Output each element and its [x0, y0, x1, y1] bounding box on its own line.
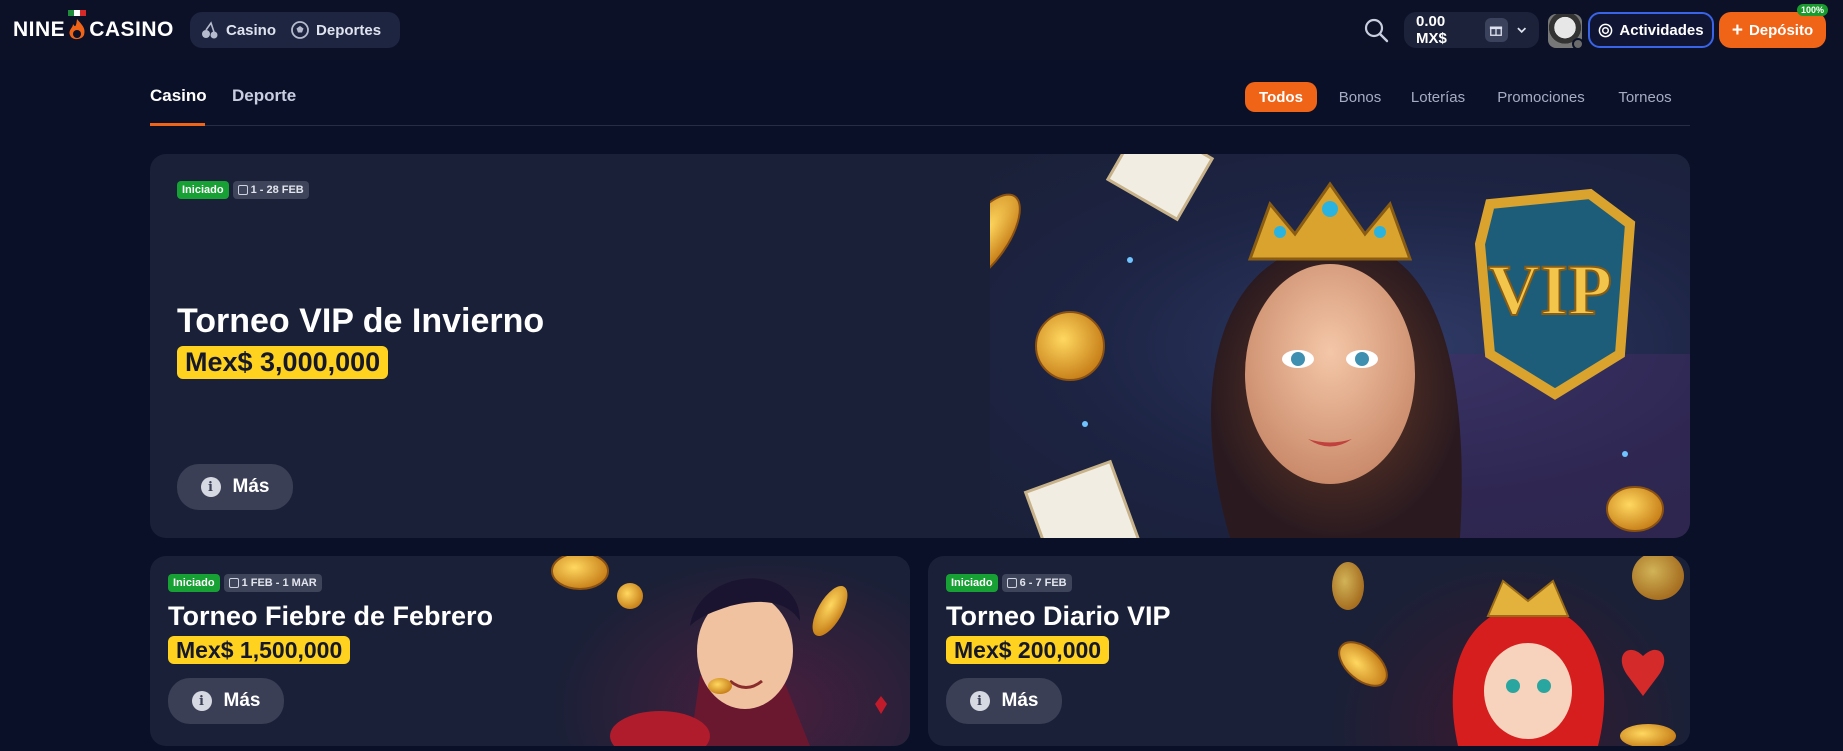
status-badge: Iniciado — [168, 574, 220, 592]
mexico-flag-icon — [68, 10, 87, 16]
info-icon: i — [969, 691, 990, 711]
more-info-button[interactable]: i Más — [946, 678, 1062, 724]
deposit-label: Depósito — [1748, 21, 1814, 39]
active-tab-indicator — [150, 123, 205, 126]
balance-amount: 0.00 MX$ — [1416, 13, 1447, 47]
main-nav: Casino Deportes — [190, 12, 400, 48]
gentleman-illustration — [551, 556, 887, 746]
nav-sports[interactable]: Deportes — [290, 20, 381, 40]
tournament-card[interactable]: Iniciado 6 - 7 FEB Torneo Diario VIP Mex… — [928, 556, 1690, 746]
status-badge: Iniciado — [177, 181, 229, 199]
info-icon: i — [191, 691, 212, 711]
brand-logo[interactable]: NINE CASINO — [13, 10, 174, 46]
tournament-artwork — [1328, 556, 1690, 746]
activities-button[interactable]: Actividades — [1588, 12, 1714, 48]
queen-illustration: VIP — [949, 154, 1690, 538]
tab-casino[interactable]: Casino — [150, 86, 207, 106]
filter-tournaments[interactable]: Torneos — [1610, 82, 1680, 112]
logo-text-left: NINE — [13, 18, 66, 41]
sub-navigation: Casino Deporte Todos Bonos Loterías Prom… — [150, 70, 1690, 126]
filter-lotteries[interactable]: Loterías — [1405, 82, 1471, 112]
date-badge: 1 FEB - 1 MAR — [223, 574, 322, 592]
nav-casino-label: Casino — [226, 21, 277, 39]
search-icon — [1364, 18, 1389, 43]
search-button[interactable] — [1362, 16, 1390, 44]
tournament-prize: Mex$ 200,000 — [946, 636, 1110, 664]
nav-sports-label: Deportes — [316, 21, 382, 39]
deposit-bonus-badge: 100% — [1796, 4, 1828, 16]
soccer-ball-icon — [291, 21, 309, 39]
filter-bonuses[interactable]: Bonos — [1332, 82, 1388, 112]
more-info-label: Más — [232, 476, 270, 497]
tournament-card[interactable]: Iniciado 1 FEB - 1 MAR Torneo Fiebre de … — [150, 556, 910, 746]
more-info-label: Más — [223, 690, 261, 711]
logo-text-right: CASINO — [89, 18, 174, 41]
top-bar: NINE CASINO Casino Deportes 0.00 MX$ Act… — [0, 0, 1843, 60]
tournament-title: Torneo Diario VIP — [946, 601, 1171, 631]
flame-logo-icon — [66, 10, 88, 42]
date-range: 1 FEB - 1 MAR — [241, 577, 317, 589]
tournament-title: Torneo VIP de Invierno — [177, 302, 545, 340]
more-info-label: Más — [1001, 690, 1039, 711]
filter-all[interactable]: Todos — [1245, 82, 1317, 112]
target-icon — [1599, 23, 1613, 37]
deposit-button[interactable]: + Depósito 100% — [1719, 4, 1828, 48]
chevron-down-icon — [1516, 27, 1526, 34]
avatar-status-dot — [1572, 38, 1584, 50]
user-avatar[interactable] — [1548, 14, 1584, 50]
cherry-icon — [202, 21, 218, 39]
calendar-icon — [1006, 578, 1017, 588]
calendar-icon — [228, 578, 239, 588]
filter-promotions[interactable]: Promociones — [1488, 82, 1594, 112]
more-info-button[interactable]: i Más — [177, 464, 293, 510]
more-info-button[interactable]: i Más — [168, 678, 284, 724]
date-range: 6 - 7 FEB — [1019, 577, 1067, 589]
balance-selector[interactable]: 0.00 MX$ — [1404, 12, 1539, 48]
tournament-card-featured[interactable]: VIP Iniciado 1 - 28 FEB Torneo VIP de In… — [150, 154, 1690, 538]
red-queen-illustration — [1332, 556, 1684, 746]
tournament-badges: Iniciado 1 FEB - 1 MAR — [168, 574, 322, 592]
vip-sign: VIP — [1488, 250, 1612, 330]
gift-icon[interactable] — [1484, 18, 1508, 42]
info-icon: i — [200, 477, 221, 497]
status-badge: Iniciado — [946, 574, 998, 592]
date-range: 1 - 28 FEB — [250, 184, 304, 196]
tournament-title: Torneo Fiebre de Febrero — [168, 601, 494, 631]
tournament-artwork: VIP — [949, 154, 1690, 538]
tournament-badges: Iniciado 6 - 7 FEB — [946, 574, 1072, 592]
activities-label: Actividades — [1619, 21, 1704, 39]
tournament-artwork — [550, 556, 910, 746]
plus-icon: + — [1731, 19, 1743, 41]
date-badge: 6 - 7 FEB — [1001, 574, 1072, 592]
calendar-icon — [237, 185, 248, 195]
tab-sport[interactable]: Deporte — [232, 86, 296, 106]
nav-casino[interactable]: Casino — [200, 20, 276, 40]
tournament-prize: Mex$ 3,000,000 — [177, 346, 389, 379]
date-badge: 1 - 28 FEB — [232, 181, 309, 199]
tournament-badges: Iniciado 1 - 28 FEB — [177, 181, 309, 199]
tournament-prize: Mex$ 1,500,000 — [168, 636, 351, 664]
